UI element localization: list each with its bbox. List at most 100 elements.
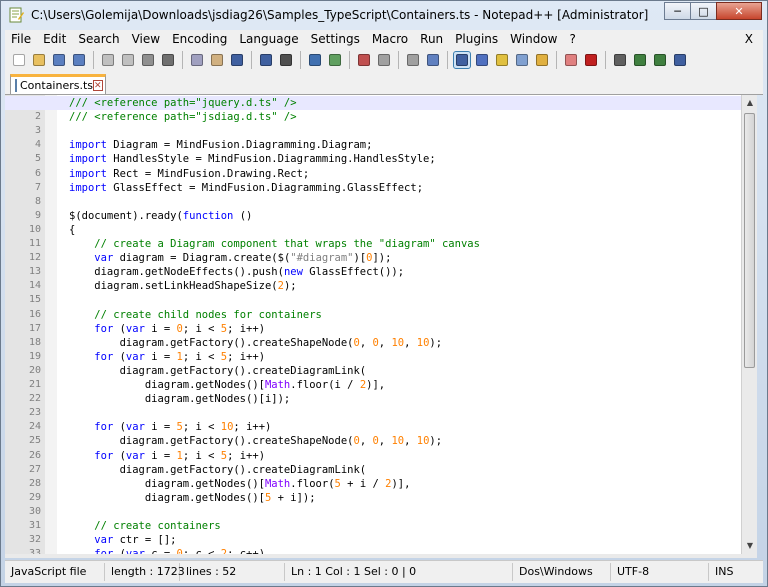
code-line[interactable]: // create child nodes for containers [69, 308, 322, 322]
doc-map-icon[interactable] [494, 52, 510, 68]
notepadpp-window: C:\Users\Golemija\Downloads\jsdiag26\Sam… [0, 0, 768, 587]
function-list-icon[interactable] [514, 52, 530, 68]
status-eol: Dos\Windows [513, 563, 611, 581]
zoom-out-icon[interactable] [356, 52, 372, 68]
redo-icon[interactable] [258, 52, 274, 68]
menu-item-file[interactable]: File [5, 30, 37, 48]
code-line[interactable]: // create containers [69, 519, 220, 533]
code-line[interactable]: $(document).ready(function () [69, 209, 252, 223]
open-file-icon[interactable] [31, 52, 47, 68]
horizontal-scrollbar[interactable] [5, 554, 757, 558]
code-line[interactable]: import GlassEffect = MindFusion.Diagramm… [69, 181, 423, 195]
close-icon[interactable] [100, 52, 116, 68]
code-line[interactable]: diagram.getFactory().createShapeNode(0, … [69, 434, 443, 448]
play-macro-icon[interactable] [632, 52, 648, 68]
folder-workspace-icon[interactable] [534, 52, 550, 68]
play-macro-icon-glyph [634, 54, 646, 66]
menu-item-settings[interactable]: Settings [305, 30, 366, 48]
code-token: , [359, 336, 373, 349]
word-wrap-icon[interactable] [425, 52, 441, 68]
close-all-icon[interactable] [120, 52, 136, 68]
code-token: var [125, 322, 145, 335]
code-line[interactable]: diagram.getFactory().createDiagramLink( [69, 364, 367, 378]
code-line[interactable]: diagram.getNodes()[5 + i]); [69, 491, 316, 505]
monitoring-icon[interactable] [563, 52, 579, 68]
code-line[interactable]: diagram.getNodes()[Math.floor(i / 2)], [69, 378, 385, 392]
line-number: 4 [34, 139, 41, 151]
zoom-out-icon-glyph [358, 54, 370, 66]
code-line[interactable]: import Rect = MindFusion.Drawing.Rect; [69, 167, 309, 181]
cut-icon[interactable] [160, 52, 176, 68]
code-line[interactable]: for (var i = 0; i < 5; i++) [69, 322, 265, 336]
save-icon[interactable] [51, 52, 67, 68]
fold-margin[interactable] [45, 95, 57, 554]
scroll-up-icon[interactable]: ▲ [745, 98, 755, 108]
code-line[interactable]: diagram.getFactory().createShapeNode(0, … [69, 336, 443, 350]
code-line[interactable]: var ctr = []; [69, 533, 176, 547]
tab-containers-ts[interactable]: Containers.ts ✕ [10, 74, 106, 94]
toolbar-separator [251, 51, 252, 69]
code-line[interactable]: /// <reference path="jsdiag.d.ts" /> [69, 110, 297, 124]
menu-item-edit[interactable]: Edit [37, 30, 72, 48]
menu-item-encoding[interactable]: Encoding [166, 30, 233, 48]
undo-icon[interactable] [229, 52, 245, 68]
menu-item-run[interactable]: Run [414, 30, 449, 48]
code-line[interactable]: for (var i = 5; i < 10; i++) [69, 420, 271, 434]
menu-item-window[interactable]: Window [504, 30, 563, 48]
maximize-button[interactable]: □ [690, 2, 717, 20]
menu-item-help[interactable]: ? [563, 30, 581, 48]
code-line[interactable]: diagram.getFactory().createDiagramLink( [69, 463, 367, 477]
title-bar[interactable]: C:\Users\Golemija\Downloads\jsdiag26\Sam… [1, 1, 767, 29]
record-macro-icon[interactable] [583, 52, 599, 68]
close-document-menu-button[interactable]: X [745, 30, 753, 48]
code-token: ); [283, 280, 297, 293]
run-macro-multiple-icon[interactable] [652, 52, 668, 68]
code-line[interactable]: var diagram = Diagram.create($("#diagram… [69, 251, 391, 265]
zoom-in-icon[interactable] [327, 52, 343, 68]
save-all-icon[interactable] [71, 52, 87, 68]
minimize-button[interactable]: ─ [664, 2, 691, 20]
code-token: i = [144, 322, 177, 335]
close-window-button[interactable]: ✕ [716, 2, 762, 20]
code-line[interactable]: /// <reference path="jquery.d.ts" /> [69, 96, 297, 110]
vertical-scrollbar[interactable]: ▲ ▼ [741, 95, 757, 554]
replace-icon[interactable] [307, 52, 323, 68]
code-line[interactable]: for (var i = 1; i < 5; i++) [69, 449, 265, 463]
paste-icon[interactable] [209, 52, 225, 68]
code-line[interactable]: import HandlesStyle = MindFusion.Diagram… [69, 152, 436, 166]
code-line[interactable]: { [69, 223, 75, 237]
code-token: .floor( [290, 477, 335, 490]
code-editor[interactable]: 1234567891011121314151617181920212223242… [5, 95, 757, 554]
sync-v-icon[interactable] [376, 52, 392, 68]
tab-close-icon[interactable]: ✕ [93, 80, 103, 91]
show-all-chars-icon[interactable] [453, 51, 471, 69]
stop-record-icon[interactable] [612, 52, 628, 68]
indent-guide-icon[interactable] [474, 52, 490, 68]
menu-item-search[interactable]: Search [72, 30, 125, 48]
code-line[interactable]: diagram.setLinkHeadShapeSize(2); [69, 279, 297, 293]
code-line[interactable]: diagram.getNodeEffects().push(new GlassE… [69, 265, 404, 279]
code-line[interactable]: diagram.getNodes()[Math.floor(5 + i / 2)… [69, 477, 411, 491]
code-token: Math [264, 379, 291, 391]
find-icon[interactable] [278, 52, 294, 68]
code-token: i = [144, 449, 177, 462]
code-line[interactable]: for (var c = 0; c < 2; c++) [69, 547, 265, 554]
save-macro-icon[interactable] [672, 52, 688, 68]
menu-item-plugins[interactable]: Plugins [449, 30, 504, 48]
code-line[interactable]: for (var i = 1; i < 5; i++) [69, 350, 265, 364]
scroll-down-icon[interactable]: ▼ [745, 541, 755, 551]
print-icon[interactable] [140, 52, 156, 68]
copy-icon[interactable] [189, 52, 205, 68]
sync-h-icon[interactable] [405, 52, 421, 68]
line-number: 13 [28, 266, 41, 278]
scrollbar-thumb[interactable] [744, 113, 755, 368]
find-icon-glyph [280, 54, 292, 66]
menu-item-language[interactable]: Language [233, 30, 304, 48]
new-file-icon[interactable] [11, 52, 27, 68]
code-line[interactable]: diagram.getNodes()[i]); [69, 392, 290, 406]
code-line[interactable]: // create a Diagram component that wraps… [69, 237, 480, 251]
menu-item-view[interactable]: View [126, 30, 166, 48]
code-line[interactable]: import Diagram = MindFusion.Diagramming.… [69, 138, 372, 152]
menu-item-macro[interactable]: Macro [366, 30, 414, 48]
code-area[interactable]: /// <reference path="jquery.d.ts" /> /// … [5, 95, 757, 554]
